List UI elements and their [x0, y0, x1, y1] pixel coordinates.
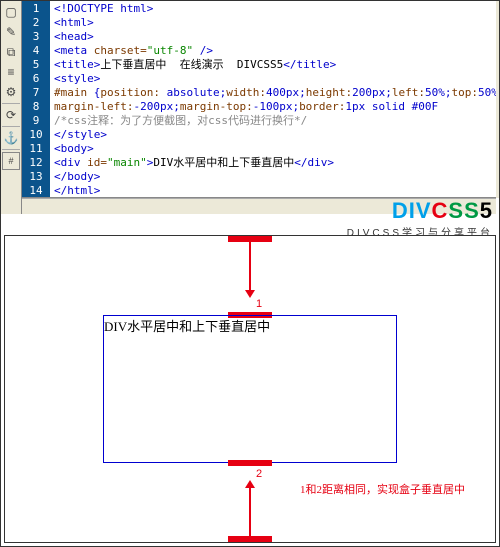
- arrow-up-icon: [249, 488, 251, 536]
- mid-marker-2: [228, 460, 272, 466]
- file-icon[interactable]: ▢: [2, 3, 20, 21]
- bottom-marker: [228, 536, 272, 542]
- code-area[interactable]: <!DOCTYPE html><html><head><meta charset…: [50, 1, 496, 197]
- annotation-text: 1和2距离相同，实现盒子垂直居中: [300, 481, 465, 497]
- line-gutter: 1234567891011121314: [22, 1, 50, 197]
- css-icon[interactable]: #: [2, 152, 20, 170]
- refresh-icon[interactable]: ⟳: [2, 106, 20, 124]
- logo-text: DIVCSS5: [347, 198, 493, 224]
- label-1: 1: [256, 298, 262, 310]
- select-icon[interactable]: ⧉: [2, 43, 20, 61]
- editor-toolbar: ▢ ✎ ⧉ ≡ ⚙ ⟳ ⚓ #: [1, 1, 22, 214]
- anchor-icon[interactable]: ⚓: [2, 129, 20, 147]
- logo-block: DIVCSS5 DIVCSS学习与分享平台: [347, 198, 493, 239]
- code-editor[interactable]: 1234567891011121314 <!DOCTYPE html><html…: [22, 1, 496, 198]
- edit-icon[interactable]: ✎: [2, 23, 20, 41]
- label-2: 2: [256, 468, 262, 480]
- vertical-scrollbar[interactable]: [496, 1, 499, 198]
- preview-pane: 1 DIV水平居中和上下垂直居中 2 1和2距离相同，实现盒子垂直居中: [4, 235, 496, 543]
- centered-box: DIV水平居中和上下垂直居中: [103, 315, 397, 463]
- arrow-down-icon: [249, 242, 251, 290]
- wrench-icon[interactable]: ⚙: [2, 83, 20, 101]
- tree-icon[interactable]: ≡: [2, 63, 20, 81]
